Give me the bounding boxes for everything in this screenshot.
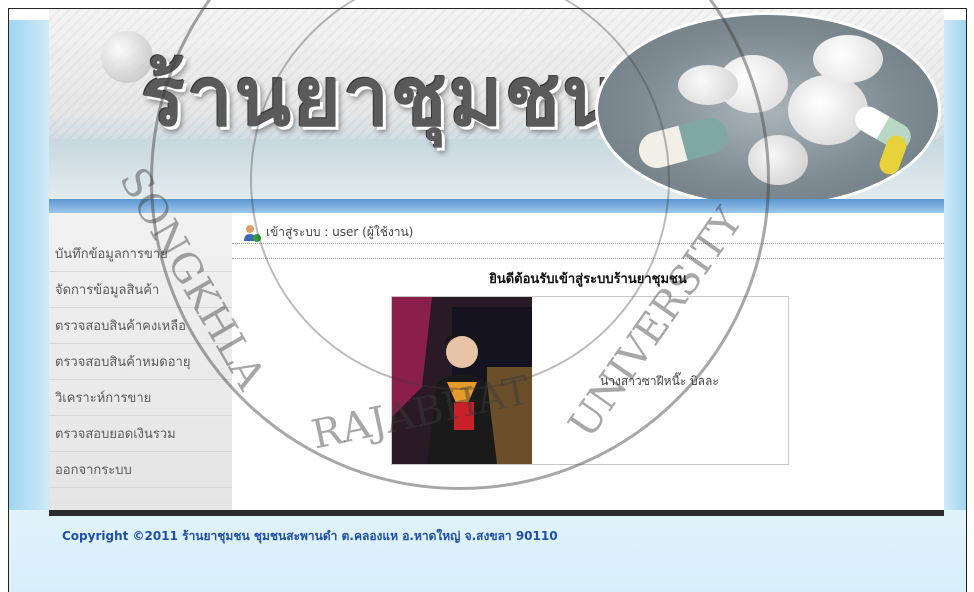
menu-item-record-sales[interactable]: บันทึกข้อมูลการขาย: [49, 236, 232, 272]
menu-item-check-stock[interactable]: ตรวจสอบสินค้าคงเหลือ: [49, 308, 232, 344]
site-title: ร้านยาชุมชน: [141, 50, 621, 145]
left-side-stripe: [9, 20, 49, 510]
menu-item-check-expired[interactable]: ตรวจสอบสินค้าหมดอายุ: [49, 344, 232, 380]
pills-image: [595, 12, 941, 199]
header-blue-band: [49, 199, 944, 213]
sidebar-menu: บันทึกข้อมูลการขาย จัดการข้อมูลสินค้า ตร…: [49, 213, 232, 510]
login-status-bar: เข้าสู่ระบบ : user (ผู้ใช้งาน): [232, 222, 944, 244]
menu-item-sales-analysis[interactable]: วิเคราะห์การขาย: [49, 380, 232, 416]
menu-item-logout[interactable]: ออกจากระบบ: [49, 452, 232, 488]
user-icon: [242, 223, 262, 243]
header-banner: ร้านยาชุมชน: [49, 9, 944, 199]
profile-name: นางสาวซาฝีหนี๊ะ บิลละ: [600, 374, 719, 388]
footer-copyright: Copyright ©2011 ร้านยาชุมชน ชุมชนสะพานดำ…: [62, 529, 558, 543]
menu-item-manage-products[interactable]: จัดการข้อมูลสินค้า: [49, 272, 232, 308]
right-side-stripe: [944, 20, 966, 510]
welcome-heading: ยินดีต้อนรับเข้าสู่ระบบร้านยาชุมชน: [489, 272, 687, 287]
menu-item-check-total[interactable]: ตรวจสอบยอดเงินรวม: [49, 416, 232, 452]
footer-divider: [49, 510, 944, 516]
profile-photo: [392, 297, 532, 464]
login-status-text: เข้าสู่ระบบ : user (ผู้ใช้งาน): [266, 225, 414, 239]
